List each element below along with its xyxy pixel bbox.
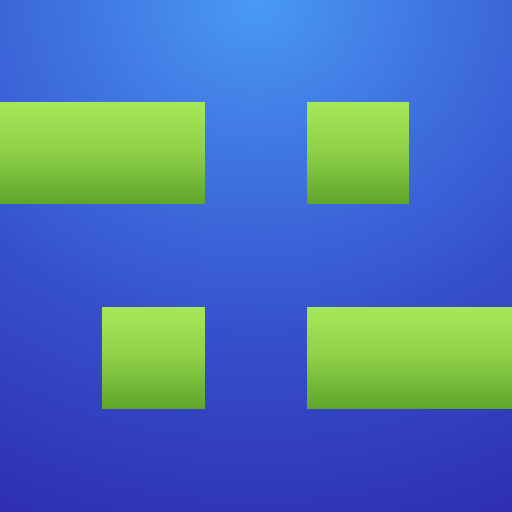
green-block-small-bottom-left[interactable] [102,307,205,409]
green-block-wide-top-left[interactable] [0,102,205,204]
green-block-small-top-right[interactable] [307,102,409,204]
green-block-wide-bottom-right[interactable] [307,307,512,409]
game-board [0,0,512,512]
